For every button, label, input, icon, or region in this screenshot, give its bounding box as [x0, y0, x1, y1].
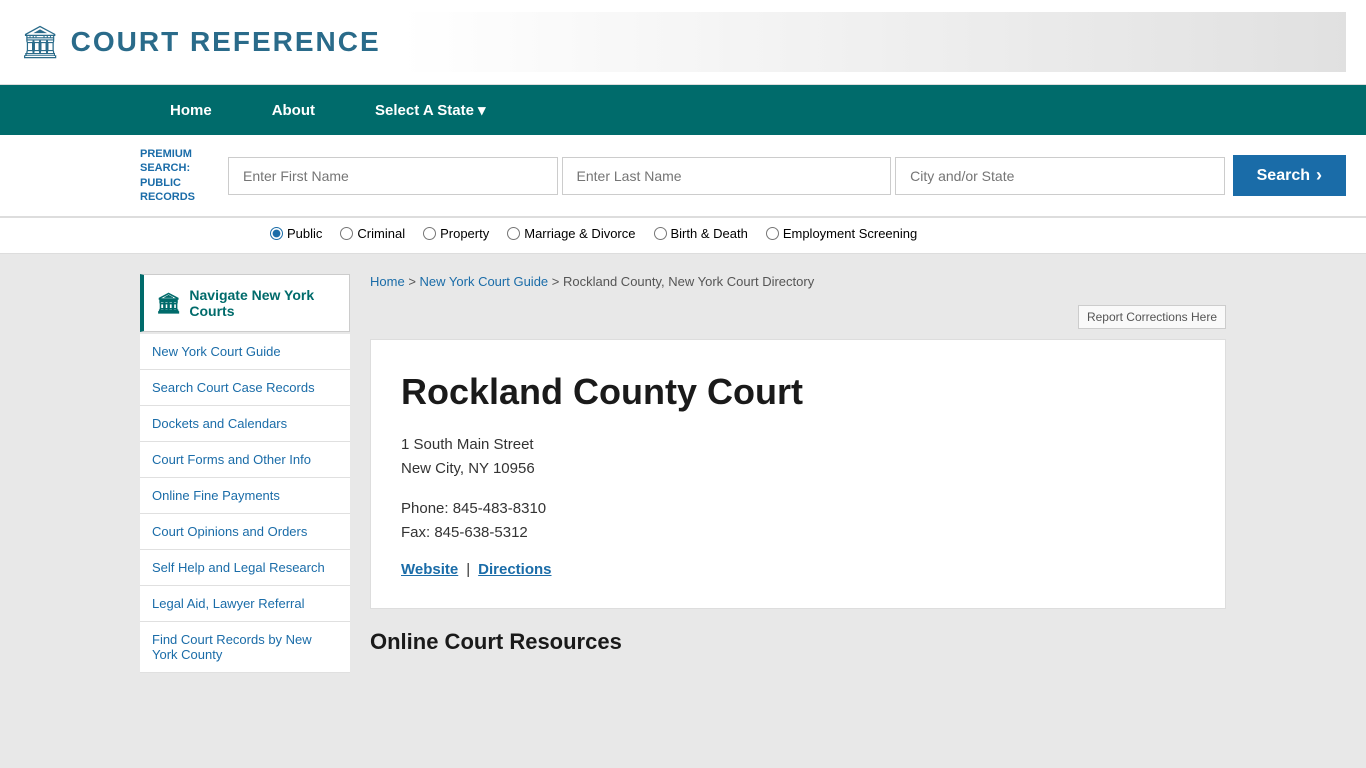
breadcrumb-home[interactable]: Home	[370, 274, 405, 289]
filter-employment-radio[interactable]	[766, 227, 779, 240]
sidebar-item-self-help[interactable]: Self Help and Legal Research	[140, 550, 350, 586]
nav-select-state[interactable]: Select A State	[345, 85, 515, 135]
content-wrapper: 🏛 Navigate New York Courts New York Cour…	[0, 254, 1366, 693]
courthouse-icon: 🏛	[20, 23, 61, 61]
court-phone: Phone: 845-483-8310	[401, 500, 546, 517]
sidebar-item-online-fine[interactable]: Online Fine Payments	[140, 478, 350, 514]
sidebar-item-court-forms[interactable]: Court Forms and Other Info	[140, 442, 350, 478]
site-header: 🏛 COURT REFERENCE	[0, 0, 1366, 85]
last-name-input[interactable]	[562, 157, 892, 195]
report-corrections-button[interactable]: Report Corrections Here	[1078, 305, 1226, 329]
filter-public[interactable]: Public	[270, 226, 322, 241]
court-card: Rockland County Court 1 South Main Stree…	[370, 339, 1226, 609]
filter-birth-label: Birth & Death	[671, 226, 748, 241]
court-address-line1: 1 South Main Street	[401, 436, 534, 453]
online-resources-title: Online Court Resources	[370, 629, 1226, 655]
logo-area: 🏛 COURT REFERENCE	[20, 23, 381, 61]
court-name: Rockland County Court	[401, 370, 1195, 413]
court-address-line2: New City, NY 10956	[401, 460, 535, 477]
sidebar-item-search-records[interactable]: Search Court Case Records	[140, 370, 350, 406]
filter-property-radio[interactable]	[423, 227, 436, 240]
premium-label: PREMIUM SEARCH: PUBLIC RECORDS	[140, 147, 220, 204]
sidebar-item-find-court-records[interactable]: Find Court Records by New York County	[140, 622, 350, 673]
filter-public-radio[interactable]	[270, 227, 283, 240]
breadcrumb-current: Rockland County, New York Court Director…	[563, 274, 814, 289]
court-address: 1 South Main Street New City, NY 10956	[401, 433, 1195, 481]
header-background	[401, 12, 1346, 72]
search-inputs	[228, 157, 1225, 195]
filter-public-label: Public	[287, 226, 322, 241]
breadcrumb-ny-court-guide[interactable]: New York Court Guide	[420, 274, 549, 289]
court-directions-link[interactable]: Directions	[478, 561, 551, 578]
breadcrumb: Home > New York Court Guide > Rockland C…	[370, 274, 1226, 289]
nav-about[interactable]: About	[242, 85, 345, 135]
report-corrections-area: Report Corrections Here	[370, 305, 1226, 329]
filter-marriage-divorce[interactable]: Marriage & Divorce	[507, 226, 635, 241]
filter-marriage-label: Marriage & Divorce	[524, 226, 635, 241]
search-filters: Public Criminal Property Marriage & Divo…	[0, 218, 1366, 254]
sidebar: 🏛 Navigate New York Courts New York Cour…	[140, 274, 350, 673]
filter-criminal[interactable]: Criminal	[340, 226, 405, 241]
site-title: COURT REFERENCE	[71, 26, 381, 58]
search-button[interactable]: Search	[1233, 155, 1346, 196]
court-contact: Phone: 845-483-8310 Fax: 845-638-5312	[401, 497, 1195, 545]
court-fax: Fax: 845-638-5312	[401, 524, 528, 541]
filter-criminal-label: Criminal	[357, 226, 405, 241]
nav-home[interactable]: Home	[140, 85, 242, 135]
main-panel: Home > New York Court Guide > Rockland C…	[370, 274, 1226, 673]
filter-property[interactable]: Property	[423, 226, 489, 241]
city-state-input[interactable]	[895, 157, 1225, 195]
sidebar-item-ny-court-guide[interactable]: New York Court Guide	[140, 334, 350, 370]
filter-employment-label: Employment Screening	[783, 226, 917, 241]
filter-marriage-radio[interactable]	[507, 227, 520, 240]
filter-birth-death[interactable]: Birth & Death	[654, 226, 748, 241]
court-links: Website | Directions	[401, 561, 1195, 578]
filter-property-label: Property	[440, 226, 489, 241]
breadcrumb-separator-2: >	[552, 274, 563, 289]
main-nav: Home About Select A State	[0, 85, 1366, 135]
sidebar-item-legal-aid[interactable]: Legal Aid, Lawyer Referral	[140, 586, 350, 622]
navigate-courts-icon: 🏛	[156, 291, 181, 316]
link-separator: |	[466, 561, 470, 578]
sidebar-active-label: Navigate New York Courts	[189, 287, 337, 319]
filter-criminal-radio[interactable]	[340, 227, 353, 240]
filter-employment[interactable]: Employment Screening	[766, 226, 917, 241]
first-name-input[interactable]	[228, 157, 558, 195]
search-bar: PREMIUM SEARCH: PUBLIC RECORDS Search	[0, 135, 1366, 218]
sidebar-active-item: 🏛 Navigate New York Courts	[140, 274, 350, 332]
breadcrumb-separator-1: >	[408, 274, 419, 289]
sidebar-item-dockets[interactable]: Dockets and Calendars	[140, 406, 350, 442]
filter-birth-radio[interactable]	[654, 227, 667, 240]
sidebar-item-court-opinions[interactable]: Court Opinions and Orders	[140, 514, 350, 550]
court-website-link[interactable]: Website	[401, 561, 458, 578]
